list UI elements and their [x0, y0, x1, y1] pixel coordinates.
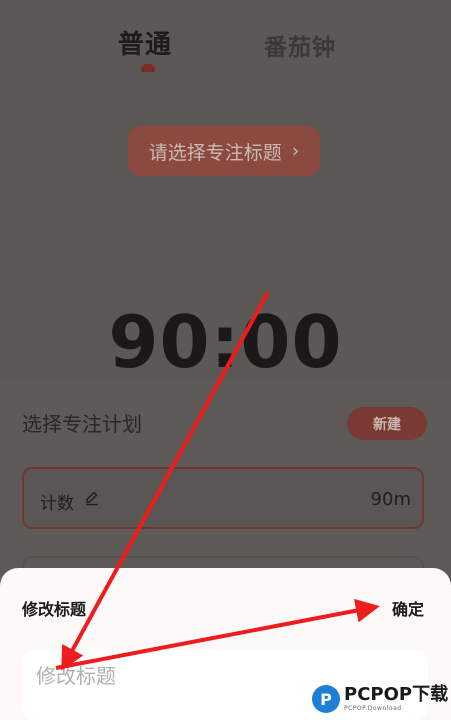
plan-duration: 90m — [370, 489, 411, 510]
chevron-right-icon: › — [291, 140, 300, 162]
watermark-sub: PCPOP.Download — [344, 705, 402, 712]
pcpop-logo-icon: P — [312, 685, 340, 713]
tab-pomodoro[interactable]: 番茄钟 — [264, 28, 336, 62]
sheet-title: 修改标题 — [22, 600, 87, 619]
select-focus-title-label: 请选择专注标题 — [148, 141, 282, 164]
edit-icon[interactable] — [84, 490, 100, 506]
tab-active-indicator — [141, 64, 155, 72]
watermark-brand: PCPOP下载 — [344, 684, 449, 705]
watermark: P PCPOP下载 PCPOP.Download — [312, 678, 451, 720]
timer-display: 90:00 — [108, 300, 343, 384]
plan-name: 计数 — [40, 494, 74, 514]
plan-card[interactable] — [22, 467, 424, 529]
new-plan-button[interactable]: 新建 — [347, 407, 427, 440]
tab-normal[interactable]: 普通 — [118, 24, 172, 61]
confirm-button[interactable]: 确定 — [392, 596, 424, 620]
plan-heading: 选择专注计划 — [22, 412, 142, 436]
select-focus-title-button[interactable]: 请选择专注标题 › — [128, 126, 320, 176]
